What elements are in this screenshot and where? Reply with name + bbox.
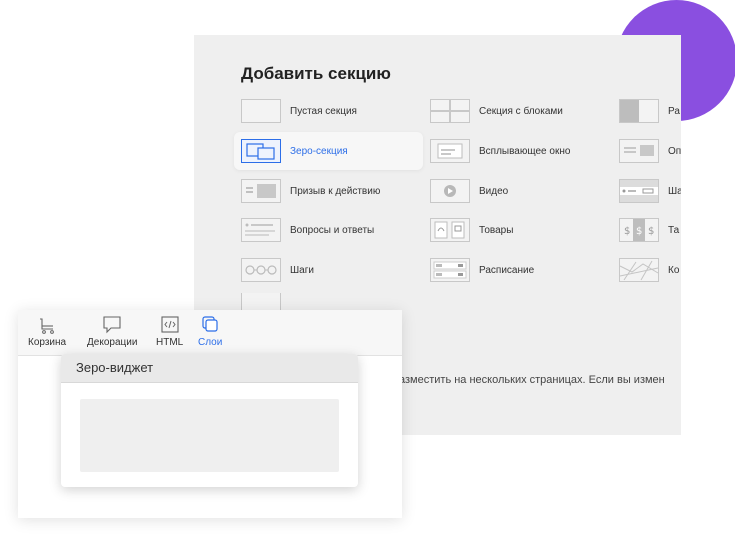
section-item-popup[interactable]: Всплывающее окно — [430, 132, 570, 170]
tool-label: Слои — [198, 337, 223, 348]
section-label: Товары — [479, 224, 514, 236]
schedule-icon — [430, 258, 470, 282]
stage: Добавить секцию Пустая секция Зеро-секци… — [0, 0, 735, 551]
section-label: Всплывающее окно — [479, 145, 571, 157]
map-icon — [619, 258, 659, 282]
tool-decorations[interactable]: Декорации — [87, 314, 137, 348]
section-item-video[interactable]: Видео — [430, 172, 508, 210]
layers-icon — [202, 316, 218, 332]
section-item-products[interactable]: Товары — [430, 211, 513, 249]
pricing-table-icon: $ $ $ — [619, 218, 659, 242]
section-item-blocks[interactable]: Секция с блоками — [430, 92, 563, 130]
template-icon — [619, 179, 659, 203]
section-label: Пустая секция — [290, 105, 357, 117]
section-label: Ша — [668, 185, 681, 197]
call-to-action-icon — [241, 179, 281, 203]
tool-html[interactable]: HTML — [156, 314, 183, 348]
steps-icon — [241, 258, 281, 282]
section-label: Шаги — [290, 264, 314, 276]
svg-text:$: $ — [636, 226, 642, 237]
faq-icon — [241, 218, 281, 242]
section-label: Расписание — [479, 264, 535, 276]
section-label: Зеро-секция — [290, 145, 348, 157]
section-item-steps[interactable]: Шаги — [241, 251, 314, 289]
widget-placeholder — [80, 399, 339, 472]
section-item-faq[interactable]: Вопросы и ответы — [241, 211, 374, 249]
products-icon — [430, 218, 470, 242]
blocks-section-icon — [430, 99, 470, 123]
section-label: Та — [668, 224, 680, 236]
zero-section-icon — [241, 139, 281, 163]
code-icon — [161, 316, 179, 333]
section-label: Видео — [479, 185, 509, 197]
section-label: Ра — [668, 105, 680, 117]
description-icon — [619, 139, 659, 163]
toolbar: Корзина Декорации HTML Слои — [18, 310, 402, 356]
popup-icon — [430, 139, 470, 163]
section-item-description[interactable]: Оп — [619, 132, 681, 170]
section-label: Оп — [668, 145, 681, 157]
panel-description: азместить на нескольких страницах. Если … — [399, 374, 665, 386]
cart-icon — [40, 318, 54, 334]
section-item-map[interactable]: Ко — [619, 251, 679, 289]
tool-cart[interactable]: Корзина — [28, 314, 66, 348]
tool-label: Декорации — [87, 337, 138, 348]
section-label: Ко — [668, 264, 680, 276]
svg-text:$: $ — [624, 226, 630, 237]
split-section-icon — [619, 99, 659, 123]
section-item-schedule[interactable]: Расписание — [430, 251, 534, 289]
widget-title: Зеро-виджет — [61, 354, 358, 383]
section-item-cta[interactable]: Призыв к действию — [241, 172, 380, 210]
zero-widget[interactable]: Зеро-виджет — [61, 354, 358, 487]
section-item-zero[interactable]: Зеро-секция — [234, 132, 423, 170]
video-icon — [430, 179, 470, 203]
panel-title: Добавить секцию — [241, 64, 391, 83]
empty-section-icon — [241, 99, 281, 123]
section-label: Секция с блоками — [479, 105, 563, 117]
section-label: Вопросы и ответы — [290, 224, 375, 236]
section-item-template[interactable]: Ша — [619, 172, 681, 210]
section-item-pricing[interactable]: $ $ $ Та — [619, 211, 679, 249]
section-item-empty[interactable]: Пустая секция — [241, 92, 357, 130]
tool-label: HTML — [156, 337, 184, 348]
section-item-split[interactable]: Ра — [619, 92, 680, 130]
section-label: Призыв к действию — [290, 185, 381, 197]
svg-text:$: $ — [648, 226, 654, 237]
tool-label: Корзина — [28, 337, 67, 348]
speech-bubble-icon — [103, 316, 121, 334]
tool-layers[interactable]: Слои — [198, 314, 222, 348]
